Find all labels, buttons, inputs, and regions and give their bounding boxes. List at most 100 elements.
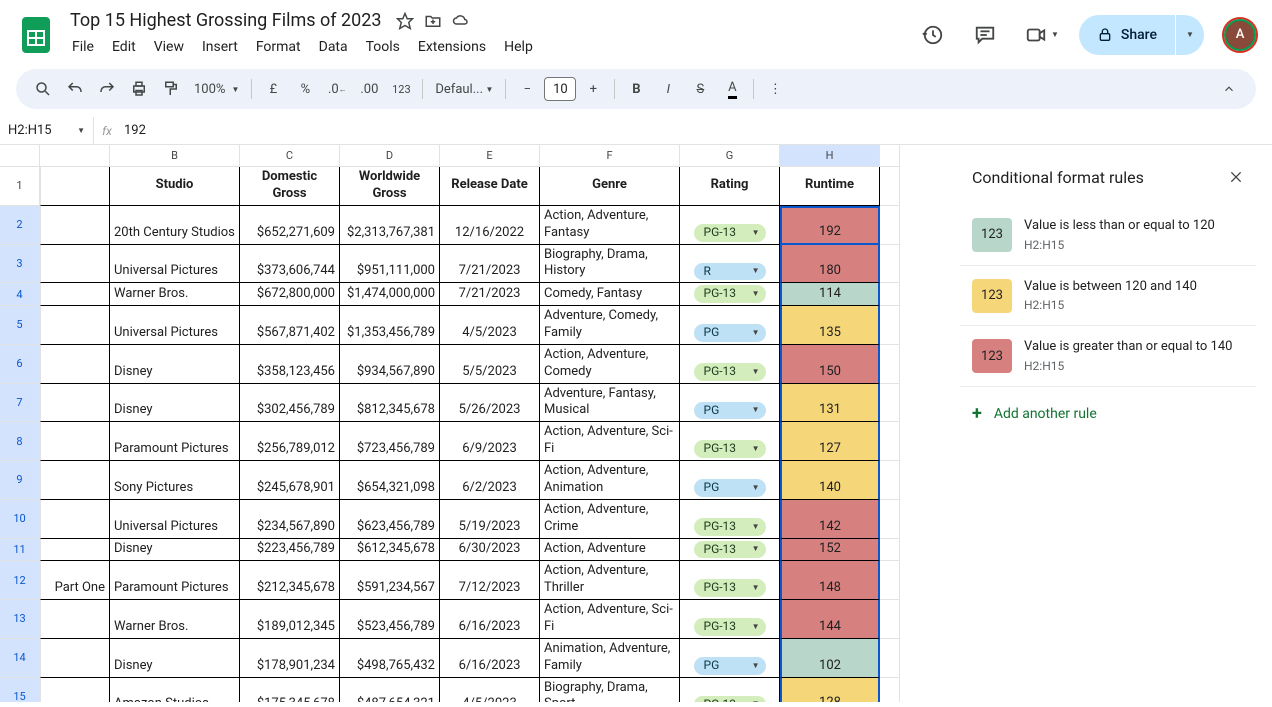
cell-genre[interactable]: Action, Adventure, Thriller: [540, 561, 680, 600]
cell-domestic[interactable]: $358,123,456: [240, 345, 340, 384]
cloud-icon[interactable]: [451, 11, 471, 31]
avatar[interactable]: A: [1224, 19, 1256, 51]
cell[interactable]: [40, 306, 110, 345]
undo-icon[interactable]: [60, 74, 90, 104]
cell-genre[interactable]: Action, Adventure, Sci-Fi: [540, 600, 680, 639]
cell[interactable]: [880, 206, 900, 245]
rating-chip[interactable]: PG▼: [694, 657, 766, 675]
rating-chip[interactable]: PG▼: [694, 402, 766, 420]
menu-help[interactable]: Help: [496, 35, 541, 59]
cell-date[interactable]: 6/30/2023: [440, 539, 540, 562]
cell[interactable]: [880, 639, 900, 678]
cell-studio[interactable]: Warner Bros.: [110, 283, 240, 306]
row-header-8[interactable]: 8: [0, 422, 40, 461]
cell-worldwide[interactable]: $591,234,567: [340, 561, 440, 600]
cell[interactable]: [40, 600, 110, 639]
cell[interactable]: [40, 283, 110, 306]
cell-domestic[interactable]: $175,345,678: [240, 678, 340, 702]
cell[interactable]: [880, 345, 900, 384]
meet-button[interactable]: ▼: [1017, 24, 1067, 46]
doc-title[interactable]: Top 15 Highest Grossing Films of 2023: [64, 8, 387, 33]
rating-chip[interactable]: PG-13▼: [694, 579, 766, 597]
sheets-logo[interactable]: [16, 15, 56, 55]
italic-icon[interactable]: I: [653, 74, 683, 104]
cell[interactable]: [880, 306, 900, 345]
row-header-5[interactable]: 5: [0, 306, 40, 345]
decrease-fontsize-icon[interactable]: −: [512, 74, 542, 104]
cell[interactable]: [40, 245, 110, 284]
row-header-4[interactable]: 4: [0, 283, 40, 306]
cell-domestic[interactable]: $223,456,789: [240, 539, 340, 562]
row-header-9[interactable]: 9: [0, 461, 40, 500]
cell-date[interactable]: 6/16/2023: [440, 600, 540, 639]
cell-worldwide[interactable]: $612,345,678: [340, 539, 440, 562]
cell-domestic[interactable]: $567,871,402: [240, 306, 340, 345]
menu-tools[interactable]: Tools: [358, 35, 408, 59]
rating-chip[interactable]: PG▼: [694, 479, 766, 497]
cell[interactable]: [880, 283, 900, 306]
cell-genre[interactable]: Action, Adventure, Comedy: [540, 345, 680, 384]
cell-domestic[interactable]: $234,567,890: [240, 500, 340, 539]
cell-genre[interactable]: Biography, Drama, Sport: [540, 678, 680, 702]
currency-button[interactable]: £: [258, 74, 288, 104]
cell-date[interactable]: 6/9/2023: [440, 422, 540, 461]
close-icon[interactable]: [1224, 165, 1248, 189]
cell-rating[interactable]: R▼: [680, 245, 780, 284]
rating-chip[interactable]: R▼: [694, 263, 766, 281]
cell-studio[interactable]: Disney: [110, 345, 240, 384]
header-cell-g[interactable]: Rating: [680, 167, 780, 206]
cell-runtime[interactable]: 102: [780, 639, 880, 678]
cell[interactable]: [880, 678, 900, 702]
format-rule[interactable]: 123 Value is less than or equal to 120H2…: [960, 205, 1256, 266]
cell[interactable]: [880, 461, 900, 500]
text-color-icon[interactable]: A: [717, 74, 747, 104]
row-header-2[interactable]: 2: [0, 206, 40, 245]
redo-icon[interactable]: [92, 74, 122, 104]
cell-rating[interactable]: PG-13▼: [680, 561, 780, 600]
cell[interactable]: [880, 539, 900, 562]
rating-chip[interactable]: PG-13▼: [694, 224, 766, 242]
cell-runtime[interactable]: 192: [780, 206, 880, 245]
name-box[interactable]: H2:H15▼: [0, 117, 94, 144]
menu-extensions[interactable]: Extensions: [410, 35, 494, 59]
header-cell-d[interactable]: Worldwide Gross: [340, 167, 440, 206]
cell[interactable]: [40, 539, 110, 562]
col-header-B[interactable]: B: [110, 145, 240, 167]
col-header-E[interactable]: E: [440, 145, 540, 167]
cell-rating[interactable]: PG-13▼: [680, 539, 780, 562]
cell-studio[interactable]: Paramount Pictures: [110, 561, 240, 600]
star-icon[interactable]: [395, 11, 415, 31]
cell[interactable]: [40, 678, 110, 702]
row-header-13[interactable]: 13: [0, 600, 40, 639]
cell-worldwide[interactable]: $1,474,000,000: [340, 283, 440, 306]
formula-input[interactable]: 192: [120, 123, 1272, 138]
menu-file[interactable]: File: [64, 35, 102, 59]
sheet-area[interactable]: BCDEFGH1StudioDomestic GrossWorldwide Gr…: [0, 145, 952, 702]
cell-date[interactable]: 6/2/2023: [440, 461, 540, 500]
increase-fontsize-icon[interactable]: +: [578, 74, 608, 104]
cell[interactable]: [880, 600, 900, 639]
cell[interactable]: [880, 561, 900, 600]
cell-runtime[interactable]: 150: [780, 345, 880, 384]
cell[interactable]: [880, 500, 900, 539]
cell-runtime[interactable]: 114: [780, 283, 880, 306]
col-header-D[interactable]: D: [340, 145, 440, 167]
cell[interactable]: [40, 639, 110, 678]
cell-rating[interactable]: PG-13▼: [680, 600, 780, 639]
rating-chip[interactable]: PG-13▼: [694, 363, 766, 381]
cell-rating[interactable]: PG▼: [680, 639, 780, 678]
cell-studio[interactable]: Universal Pictures: [110, 245, 240, 284]
history-icon[interactable]: [913, 15, 953, 55]
col-header-C[interactable]: C: [240, 145, 340, 167]
menu-insert[interactable]: Insert: [194, 35, 246, 59]
col-header-H[interactable]: H: [780, 145, 880, 167]
cell-worldwide[interactable]: $723,456,789: [340, 422, 440, 461]
cell-runtime[interactable]: 142: [780, 500, 880, 539]
menu-edit[interactable]: Edit: [104, 35, 144, 59]
print-icon[interactable]: [124, 74, 154, 104]
fontsize-input[interactable]: 10: [544, 77, 576, 101]
cell-worldwide[interactable]: $812,345,678: [340, 384, 440, 423]
cell-studio[interactable]: Universal Pictures: [110, 500, 240, 539]
paint-format-icon[interactable]: [156, 74, 186, 104]
cell-runtime[interactable]: 135: [780, 306, 880, 345]
